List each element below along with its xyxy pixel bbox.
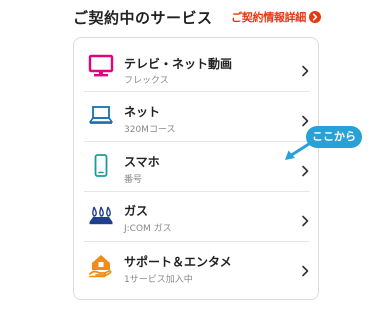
service-name: ネット <box>124 105 161 119</box>
service-name: サポート＆エンタメ <box>124 255 232 269</box>
service-name: ガス <box>124 204 149 218</box>
services-header: ご契約中のサービス ご契約情報詳細 <box>73 6 321 28</box>
service-detail: J:COM ガス <box>124 224 172 234</box>
service-row-tv[interactable]: テレビ・ネット動画 フレックス <box>74 41 318 91</box>
callout-arrow-icon <box>285 140 314 160</box>
support-home-icon <box>89 255 112 278</box>
chevron-right-icon <box>302 215 309 227</box>
contract-details-label: ご契約情報詳細 <box>231 11 306 24</box>
gas-flame-icon <box>89 206 113 225</box>
service-name: スマホ <box>124 155 160 169</box>
services-card: テレビ・ネット動画 フレックス ネット 320Mコース スマホ 番号 ガス J:… <box>73 37 319 300</box>
chevron-circle-icon <box>309 11 321 23</box>
chevron-right-icon <box>302 115 309 127</box>
service-detail: フレックス <box>124 76 169 86</box>
smartphone-icon <box>94 154 108 177</box>
row-divider <box>84 241 310 242</box>
contract-details-link[interactable]: ご契約情報詳細 <box>231 9 321 25</box>
service-detail: 320Mコース <box>124 125 176 135</box>
chevron-right-icon <box>302 165 309 177</box>
tv-icon <box>88 54 114 77</box>
service-detail: 番号 <box>124 175 143 185</box>
service-row-gas[interactable]: ガス J:COM ガス <box>74 192 318 242</box>
page-title: ご契約中のサービス <box>73 9 213 27</box>
service-detail: 1サービス加入中 <box>124 275 193 285</box>
service-row-support[interactable]: サポート＆エンタメ 1サービス加入中 <box>74 243 318 293</box>
service-row-net[interactable]: ネット 320Mコース <box>74 92 318 142</box>
chevron-right-icon <box>302 265 309 277</box>
laptop-icon <box>89 106 113 124</box>
chevron-right-icon <box>302 65 309 77</box>
service-name: テレビ・ネット動画 <box>124 57 233 71</box>
